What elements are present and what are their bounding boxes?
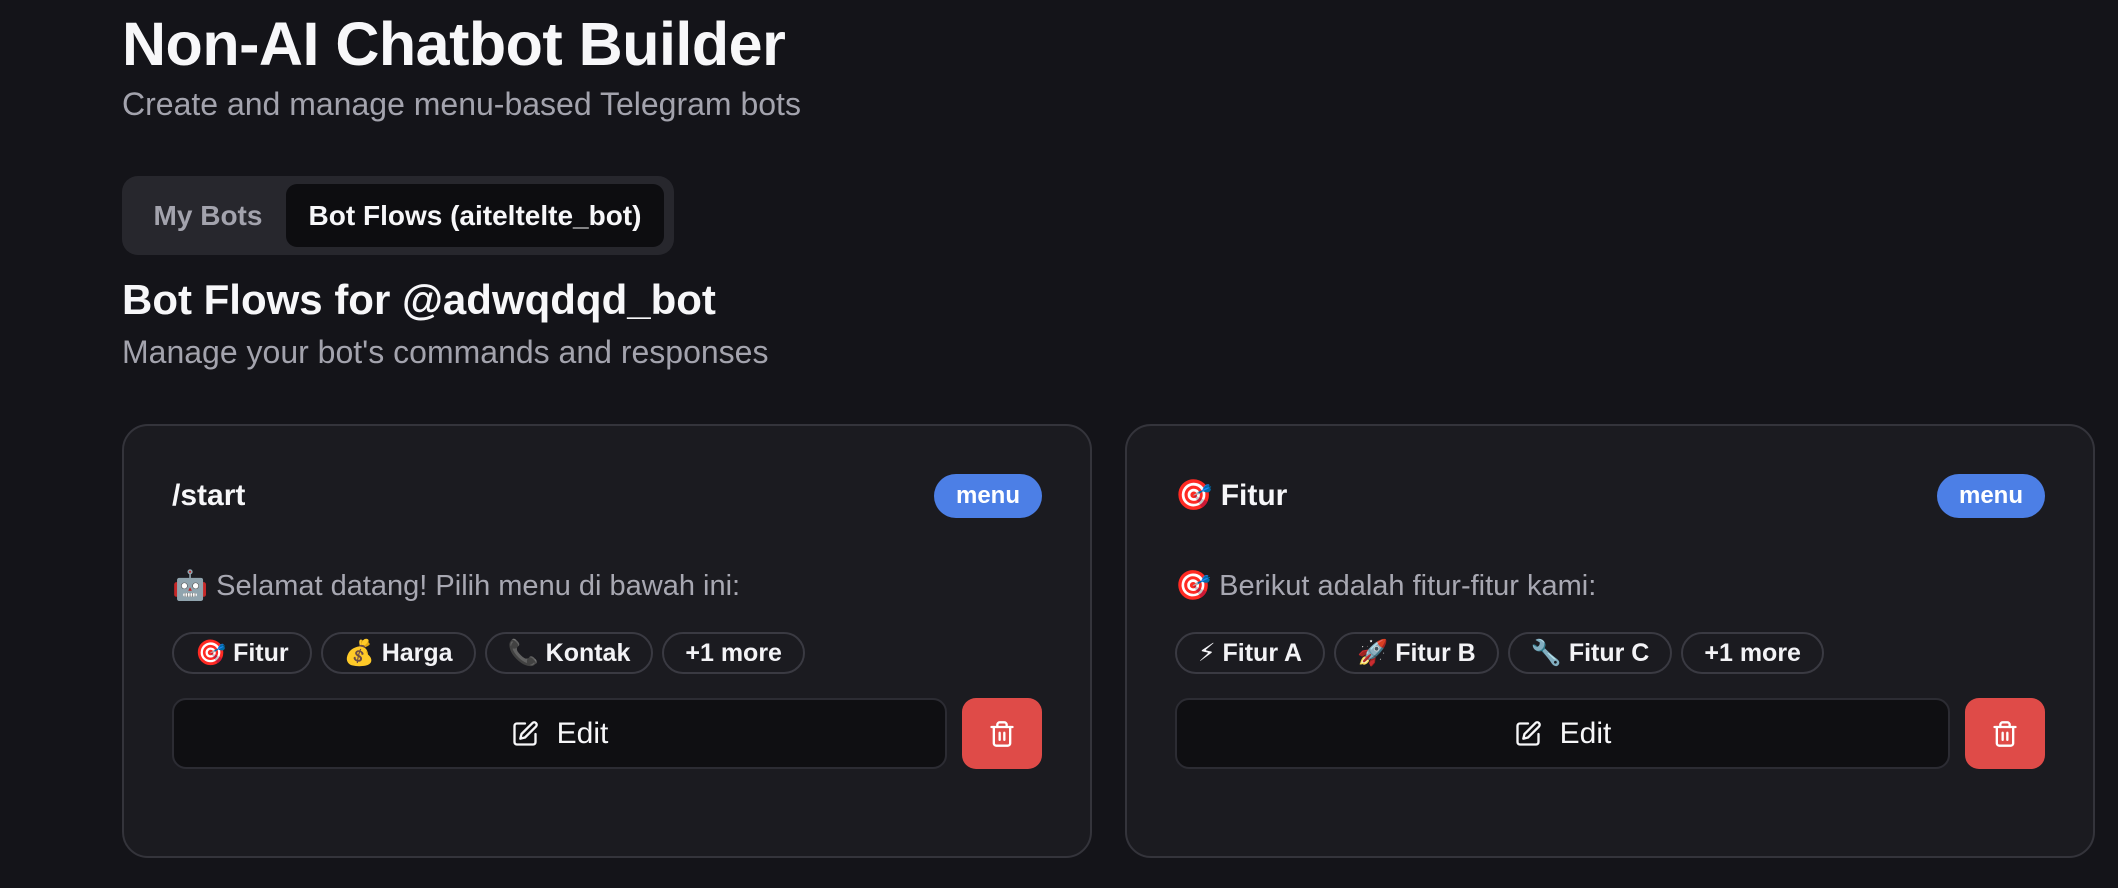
edit-button-label: Edit [1559,716,1612,750]
flow-button-chip: 📞 Kontak [484,632,654,674]
flow-button-chip: 🎯 Fitur [172,632,312,674]
more-buttons-chip: +1 more [662,632,805,674]
edit-flow-button[interactable]: Edit [1175,698,1950,769]
flow-message: 🎯 Berikut adalah fitur-fitur kami: [1175,570,1597,602]
app-title: Non-AI Chatbot Builder [122,10,786,78]
flow-type-badge: menu [1936,474,2045,518]
app-subtitle: Create and manage menu-based Telegram bo… [122,86,801,122]
flow-title: /start [172,479,246,512]
page: Non-AI Chatbot Builder Create and manage… [0,0,2118,888]
section-title: Bot Flows for @adwqdqd_bot [122,276,716,323]
flow-button-chip: 🚀 Fitur B [1334,632,1499,674]
flow-buttons-list: 🎯 Fitur 💰 Harga 📞 Kontak +1 more [172,632,805,674]
more-buttons-chip: +1 more [1681,632,1824,674]
tab-bot-flows[interactable]: Bot Flows (aiteltelte_bot) [286,184,664,247]
trash-icon [1991,720,2019,748]
edit-button-label: Edit [556,716,609,750]
flow-buttons-list: ⚡ Fitur A 🚀 Fitur B 🔧 Fitur C +1 more [1175,632,1824,674]
flow-card: /start menu 🤖 Selamat datang! Pilih menu… [122,424,1092,858]
flow-card: 🎯 Fitur menu 🎯 Berikut adalah fitur-fitu… [1125,424,2095,858]
section-subtitle: Manage your bot's commands and responses [122,334,769,370]
tab-my-bots[interactable]: My Bots [130,184,286,247]
pencil-square-icon [1514,720,1542,748]
trash-icon [988,720,1016,748]
pencil-square-icon [511,720,539,748]
delete-flow-button[interactable] [962,698,1042,769]
flow-button-chip: ⚡ Fitur A [1175,632,1326,674]
edit-flow-button[interactable]: Edit [172,698,947,769]
delete-flow-button[interactable] [1965,698,2045,769]
flow-button-chip: 🔧 Fitur C [1507,632,1673,674]
flow-title: 🎯 Fitur [1175,479,1288,512]
flow-message: 🤖 Selamat datang! Pilih menu di bawah in… [172,570,741,602]
flow-type-badge: menu [933,474,1042,518]
flow-button-chip: 💰 Harga [320,632,476,674]
tab-bar: My Bots Bot Flows (aiteltelte_bot) [122,176,674,255]
